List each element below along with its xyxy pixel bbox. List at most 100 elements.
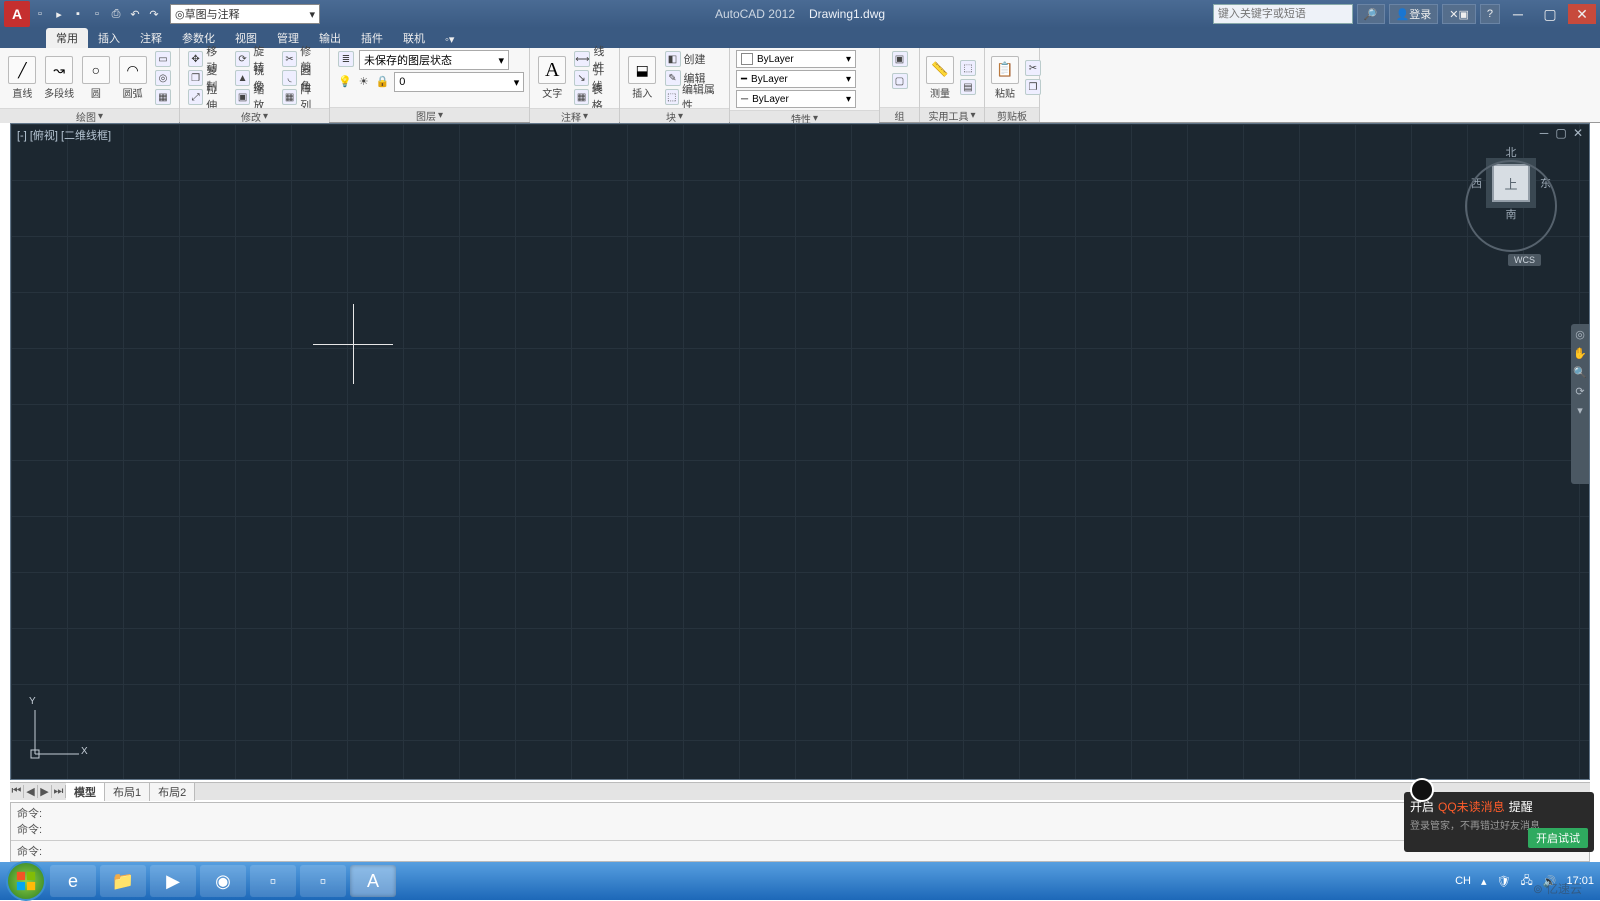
linetype-dropdown[interactable]: ─ByLayer▾	[736, 90, 856, 108]
taskbar-media[interactable]: ▶	[150, 865, 196, 897]
tab-insert[interactable]: 插入	[88, 28, 130, 48]
nav-zoom-icon[interactable]: 🔍	[1573, 366, 1587, 379]
vp-close-icon[interactable]: ✕	[1571, 126, 1585, 140]
qat-redo-icon[interactable]: ↷	[145, 5, 163, 23]
ellipse-button[interactable]: ◎	[153, 69, 173, 87]
taskbar-app1[interactable]: ▫	[250, 865, 296, 897]
select-button[interactable]: ⬚	[958, 59, 978, 77]
minimize-button[interactable]: ─	[1504, 4, 1532, 24]
doc-name: Drawing1.dwg	[809, 7, 885, 21]
layer-state-dropdown[interactable]: 未保存的图层状态▾	[359, 50, 509, 70]
restore-button[interactable]: ▢	[1536, 4, 1564, 24]
layout-last-icon[interactable]: ⏭	[52, 785, 66, 798]
qat-open-icon[interactable]: ▸	[50, 5, 68, 23]
polyline-button[interactable]: ↝多段线	[43, 56, 76, 100]
qat-new-icon[interactable]: ▫	[31, 5, 49, 23]
layer-lock-icon[interactable]: 🔒	[374, 72, 392, 90]
table-button[interactable]: ▦表格	[572, 88, 613, 106]
help-icon[interactable]: ?	[1480, 4, 1500, 24]
viewcube-north[interactable]: 北	[1506, 144, 1517, 160]
start-button[interactable]	[6, 861, 46, 901]
layout-next-icon[interactable]: ▶	[38, 785, 52, 798]
layerprop-button[interactable]: ≣	[336, 50, 356, 68]
panel-group-title[interactable]: 组	[880, 107, 919, 122]
tray-flag-icon[interactable]: ▴	[1481, 875, 1487, 888]
vp-max-icon[interactable]: ▢	[1554, 126, 1568, 140]
layout-tab-2[interactable]: 布局2	[150, 783, 195, 801]
taskbar-chrome[interactable]: ◉	[200, 865, 246, 897]
hatch-button[interactable]: ▦	[153, 88, 173, 106]
wcs-badge[interactable]: WCS	[1508, 254, 1541, 266]
nav-expand-icon[interactable]: ▾	[1577, 404, 1583, 417]
qq-action-button[interactable]: 开启试试	[1528, 828, 1588, 848]
layout-prev-icon[interactable]: ◀	[24, 785, 38, 798]
text-button[interactable]: A文字	[536, 56, 568, 100]
tab-plugins[interactable]: 插件	[351, 28, 393, 48]
app-menu-icon[interactable]: A	[4, 1, 30, 27]
group-button[interactable]: ▣	[890, 50, 910, 68]
stretch-button[interactable]: ⤢拉伸	[186, 88, 229, 106]
trim-icon: ✂	[282, 51, 297, 67]
tab-overflow[interactable]: ◦▾	[435, 31, 464, 48]
line-button[interactable]: ╱直线	[6, 56, 39, 100]
scale-button[interactable]: ▣缩放	[233, 88, 276, 106]
measure-button[interactable]: 📏测量	[926, 56, 954, 100]
create-block-button[interactable]: ◧创建	[663, 50, 724, 68]
panel-annot-title[interactable]: 注释 ▾	[530, 108, 619, 123]
calc-button[interactable]: ▤	[958, 78, 978, 96]
panel-util-title[interactable]: 实用工具 ▾	[920, 107, 984, 122]
command-input[interactable]: 命令:	[11, 840, 1589, 861]
panel-draw-title[interactable]: 绘图 ▾	[0, 108, 179, 123]
layer-current-dropdown[interactable]: 0▾	[394, 72, 524, 92]
lineweight-dropdown[interactable]: ━ByLayer▾	[736, 70, 856, 88]
rect-button[interactable]: ▭	[153, 50, 173, 68]
tab-online[interactable]: 联机	[393, 28, 435, 48]
tray-shield-icon[interactable]: 🛡	[1497, 875, 1511, 888]
circle-button[interactable]: ○圆	[80, 56, 113, 100]
qat-print-icon[interactable]: ⎙	[107, 5, 125, 23]
taskbar-explorer[interactable]: 📁	[100, 865, 146, 897]
help-search-input[interactable]	[1213, 4, 1353, 24]
qat-undo-icon[interactable]: ↶	[126, 5, 144, 23]
nav-wheel-icon[interactable]: ◎	[1575, 328, 1585, 341]
drawing-viewport[interactable]: [-] [俯视] [二维线框] ─ ▢ ✕ Y X 北 西 上 东 南 WCS …	[10, 123, 1590, 780]
viewcube[interactable]: 北 西 上 东 南	[1461, 146, 1561, 266]
insert-button[interactable]: ⬓插入	[626, 56, 659, 100]
array-button[interactable]: ▦阵列	[280, 88, 323, 106]
qat-saveas-icon[interactable]: ▫	[88, 5, 106, 23]
paste-button[interactable]: 📋粘贴	[991, 56, 1019, 100]
layer-title-label: 图层	[416, 108, 436, 123]
layout-tab-model[interactable]: 模型	[66, 783, 105, 801]
panel-modify-title[interactable]: 修改 ▾	[180, 108, 329, 123]
tab-home[interactable]: 常用	[46, 28, 88, 48]
arc-button[interactable]: ◠圆弧	[116, 56, 149, 100]
layout-tab-1[interactable]: 布局1	[105, 783, 150, 801]
exchange-icon[interactable]: ✕▣	[1442, 4, 1476, 24]
copy-clip-button[interactable]: ❐	[1023, 78, 1043, 96]
workspace-dropdown[interactable]: ◎ 草图与注释 ▾	[170, 4, 320, 24]
taskbar-app2[interactable]: ▫	[300, 865, 346, 897]
layer-bulb-icon[interactable]: 💡	[336, 72, 354, 90]
layout-first-icon[interactable]: ⏮	[10, 785, 24, 798]
close-button[interactable]: ✕	[1568, 4, 1596, 24]
search-go-button[interactable]: 🔎	[1357, 4, 1385, 24]
taskbar-autocad[interactable]: A	[350, 865, 396, 897]
ime-indicator[interactable]: CH	[1455, 875, 1471, 887]
login-button[interactable]: 👤 登录	[1389, 4, 1439, 24]
taskbar-ie[interactable]: e	[50, 865, 96, 897]
panel-block-title[interactable]: 块 ▾	[620, 108, 729, 123]
nav-pan-icon[interactable]: ✋	[1573, 347, 1587, 360]
tray-network-icon[interactable]: 🖧	[1521, 872, 1533, 891]
cut-button[interactable]: ✂	[1023, 59, 1043, 77]
nav-orbit-icon[interactable]: ⟳	[1575, 385, 1584, 398]
color-dropdown[interactable]: ByLayer▾	[736, 50, 856, 68]
layer-sun-icon[interactable]: ☀	[357, 72, 371, 90]
panel-layer-title[interactable]: 图层 ▾	[330, 107, 529, 122]
viewport-label[interactable]: [-] [俯视] [二维线框]	[17, 127, 111, 143]
ungroup-button[interactable]: ▢	[890, 72, 910, 90]
edit-attr-button[interactable]: ⬚编辑属性	[663, 88, 724, 106]
vp-min-icon[interactable]: ─	[1537, 126, 1551, 140]
tab-annotate[interactable]: 注释	[130, 28, 172, 48]
viewcube-ring[interactable]	[1465, 160, 1557, 252]
qat-save-icon[interactable]: ▪	[69, 5, 87, 23]
